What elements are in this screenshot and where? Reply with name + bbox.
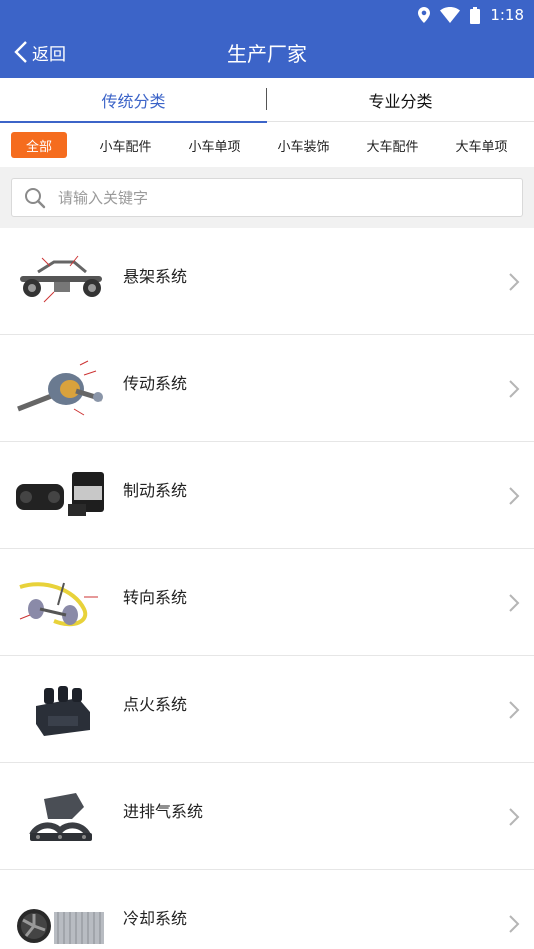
search-area	[0, 167, 534, 228]
chevron-right-icon	[509, 380, 520, 398]
transmission-part-icon	[17, 360, 103, 416]
chevron-right-icon	[509, 808, 520, 826]
search-box	[11, 178, 523, 217]
list-item-label: 进排气系统	[123, 802, 204, 821]
chevron-right-icon	[509, 915, 520, 933]
list-item-label: 制动系统	[123, 481, 188, 500]
chevron-right-icon	[509, 273, 520, 291]
list-item-label: 点火系统	[123, 695, 188, 714]
category-truck-parts[interactable]: 大车配件	[348, 132, 437, 158]
brake-part-icon	[16, 472, 104, 516]
system-list: 悬架系统 传动系统 制动系统 转向系统 点火系统 进排气系统 冷却系统	[0, 228, 534, 949]
list-item-label: 传动系统	[123, 374, 188, 393]
status-time: 1:18	[490, 6, 524, 24]
tab-traditional[interactable]: 传统分类	[0, 78, 267, 123]
category-bar: 全部 小车配件 小车单项 小车装饰 大车配件 大车单项	[0, 123, 534, 167]
app-bar: 1:18 返回 生产厂家	[0, 0, 534, 78]
list-item-cooling[interactable]: 冷却系统	[0, 870, 534, 949]
list-item-ignition[interactable]: 点火系统	[0, 656, 534, 763]
tab-divider	[266, 88, 267, 110]
exhaust-manifold-icon	[29, 793, 92, 841]
status-bar: 1:18	[418, 5, 524, 25]
search-input[interactable]	[58, 188, 478, 207]
page-title: 生产厂家	[227, 42, 307, 66]
location-icon	[418, 7, 431, 23]
list-item-label: 悬架系统	[123, 267, 188, 286]
search-icon	[25, 187, 46, 208]
category-all[interactable]: 全部	[11, 132, 67, 158]
battery-icon	[470, 6, 481, 24]
category-car-parts[interactable]: 小车配件	[81, 132, 170, 158]
chevron-right-icon	[509, 487, 520, 505]
radiator-fan-icon	[17, 909, 104, 944]
list-item-transmission[interactable]: 传动系统	[0, 335, 534, 442]
list-item-suspension[interactable]: 悬架系统	[0, 228, 534, 335]
category-truck-items[interactable]: 大车单项	[437, 132, 526, 158]
page: 1:18 返回 生产厂家 传统分类 专业分类 全部 小车配件 小车单项 小车装饰…	[0, 0, 534, 949]
list-item-label: 转向系统	[123, 588, 188, 607]
list-item-brake[interactable]: 制动系统	[0, 442, 534, 549]
ignition-coil-icon	[36, 686, 90, 736]
chevron-right-icon	[509, 701, 520, 719]
wifi-icon	[440, 7, 461, 23]
list-item-label: 冷却系统	[123, 909, 188, 928]
list-item-steering[interactable]: 转向系统	[0, 549, 534, 656]
tab-professional[interactable]: 专业分类	[267, 78, 534, 122]
suspension-part-icon	[20, 255, 102, 303]
category-car-items[interactable]: 小车单项	[170, 132, 259, 158]
category-car-decor[interactable]: 小车装饰	[259, 132, 348, 158]
steering-part-icon	[19, 582, 98, 627]
chevron-right-icon	[509, 594, 520, 612]
list-item-intake-exhaust[interactable]: 进排气系统	[0, 763, 534, 870]
tab-bar: 传统分类 专业分类	[0, 78, 534, 123]
